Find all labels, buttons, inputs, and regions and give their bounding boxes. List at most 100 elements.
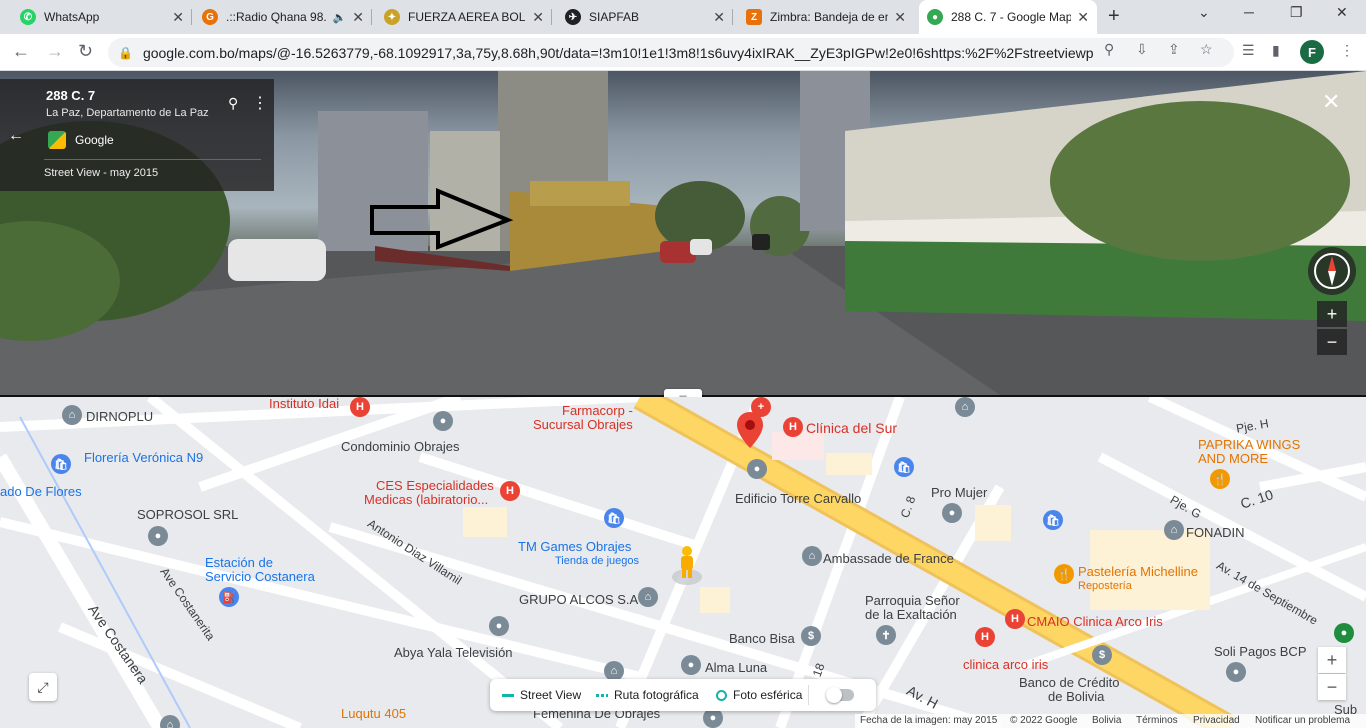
- map-label-ces-sub[interactable]: Medicas (labiratorio...: [364, 493, 488, 507]
- map-label-condominio[interactable]: Condominio Obrajes: [341, 440, 460, 454]
- restore-button[interactable]: ❐: [1290, 4, 1303, 21]
- map-label-fonadin[interactable]: FONADIN: [1186, 526, 1245, 540]
- layer-ruta-fotografica[interactable]: Ruta fotográfica: [596, 688, 699, 702]
- footer-privacy-link[interactable]: Privacidad: [1193, 715, 1240, 726]
- map-zoom-out-button[interactable]: −: [1318, 674, 1346, 700]
- map-label-clinica-sur[interactable]: Clínica del Sur: [806, 421, 897, 435]
- map-label-banco-credito[interactable]: Banco de Crédito: [1019, 676, 1119, 690]
- tab-close-icon[interactable]: ✕: [1077, 9, 1089, 26]
- layer-foto-esferica[interactable]: Foto esférica: [716, 688, 802, 702]
- museum-poi-icon[interactable]: ⌂: [955, 397, 975, 417]
- install-app-icon[interactable]: ⇩: [1136, 41, 1148, 58]
- tab-search-icon[interactable]: ⌄: [1198, 4, 1210, 21]
- place-pin-icon[interactable]: ●: [1334, 623, 1354, 643]
- church-poi-icon[interactable]: ✝: [876, 625, 896, 645]
- tab-close-icon[interactable]: ✕: [352, 9, 364, 26]
- reload-button[interactable]: ↻: [78, 41, 93, 62]
- gas-station-poi-icon[interactable]: ⛽: [219, 587, 239, 607]
- map-label-cmaio[interactable]: CMAIO Clinica Arco Iris: [1027, 615, 1163, 629]
- side-panel-icon[interactable]: ▮: [1272, 42, 1280, 59]
- tab-radio-qhana[interactable]: G .::Radio Qhana 98. 🔈 ✕: [194, 0, 372, 34]
- tab-google-maps[interactable]: ● 288 C. 7 - Google Map ✕: [919, 0, 1097, 34]
- map-label-edificio[interactable]: Edificio Torre Carvallo: [735, 492, 861, 506]
- map-label-estacion[interactable]: Estación de: [205, 556, 273, 570]
- hospital-poi-icon[interactable]: H: [500, 481, 520, 501]
- museum-poi-icon[interactable]: ⌂: [638, 587, 658, 607]
- map-label-floreria[interactable]: Florería Verónica N9: [84, 451, 203, 465]
- place-pin-icon[interactable]: ●: [681, 655, 701, 675]
- media-control-icon[interactable]: ☰: [1242, 42, 1255, 59]
- place-pin-icon[interactable]: ●: [747, 459, 767, 479]
- street-view-date[interactable]: Street View - may 2015: [44, 167, 158, 179]
- map-label-estacion-sub[interactable]: Servicio Costanera: [205, 570, 315, 584]
- museum-poi-icon[interactable]: ⌂: [62, 405, 82, 425]
- museum-poi-icon[interactable]: ⌂: [802, 546, 822, 566]
- back-button[interactable]: ←: [12, 41, 30, 62]
- forward-button[interactable]: →: [46, 41, 64, 62]
- place-pin-icon[interactable]: ●: [489, 616, 509, 636]
- expand-map-icon[interactable]: ⤢: [29, 673, 57, 701]
- share-icon[interactable]: ⇪: [1168, 41, 1180, 58]
- map-label-tm-games[interactable]: TM Games Obrajes: [518, 540, 631, 554]
- shopping-poi-icon[interactable]: 🛍: [51, 454, 71, 474]
- bank-poi-icon[interactable]: $: [801, 626, 821, 646]
- map-label-parroquia[interactable]: Parroquia Señor: [865, 594, 960, 608]
- url-text[interactable]: google.com.bo/maps/@-16.5263779,-68.1092…: [143, 45, 1093, 61]
- map-label-clinica-arco-iris[interactable]: clinica arco iris: [963, 658, 1048, 672]
- shopping-poi-icon[interactable]: 🛍: [894, 457, 914, 477]
- map-zoom-in-button[interactable]: +: [1318, 647, 1346, 673]
- map-label-soli-pagos[interactable]: Soli Pagos BCP: [1214, 645, 1307, 659]
- map-label-farmacorp[interactable]: Farmacorp -: [562, 404, 633, 418]
- map-label-soprosol[interactable]: SOPROSOL SRL: [137, 508, 238, 522]
- address-bar[interactable]: 🔒 google.com.bo/maps/@-16.5263779,-68.10…: [108, 38, 1234, 67]
- shopping-poi-icon[interactable]: 🛍: [1043, 510, 1063, 530]
- new-tab-button[interactable]: +: [1108, 5, 1120, 28]
- map-label-mercado-flores[interactable]: ado De Flores: [0, 485, 82, 499]
- map-label-abya-yala[interactable]: Abya Yala Televisión: [394, 646, 513, 660]
- museum-poi-icon[interactable]: ⌂: [160, 715, 180, 728]
- tab-fuerza-aerea[interactable]: ✦ FUERZA AEREA BOLIV ✕: [376, 0, 552, 34]
- bookmark-star-icon[interactable]: ☆: [1200, 41, 1213, 58]
- map-label-paprika[interactable]: PAPRIKA WINGS: [1198, 438, 1300, 452]
- map-label-banco-credito-sub[interactable]: de Bolivia: [1048, 690, 1104, 704]
- map-label-pro-mujer[interactable]: Pro Mujer: [931, 486, 987, 500]
- compass-icon[interactable]: [1308, 247, 1356, 295]
- map-label-dirnoplu[interactable]: DIRNOPLU: [86, 410, 153, 424]
- museum-poi-icon[interactable]: ⌂: [604, 661, 624, 681]
- map-label-alma-luna[interactable]: Alma Luna: [705, 661, 767, 675]
- lock-icon[interactable]: 🔒: [118, 46, 133, 60]
- map-label-pasteleria[interactable]: Pastelería Michelline: [1078, 565, 1198, 579]
- location-icon[interactable]: ⚲: [1104, 41, 1114, 58]
- close-street-view-button[interactable]: ✕: [1322, 89, 1340, 115]
- restaurant-poi-icon[interactable]: 🍴: [1210, 469, 1230, 489]
- map-canvas[interactable]: ⌂ H + H ⌂ 🛍 ● H ● 🛍 🍴 ● 🛍 ● 🛍 ⌂ ⌂ 🍴 ⛽ ⌂ …: [0, 397, 1366, 728]
- hospital-poi-icon[interactable]: H: [350, 397, 370, 417]
- museum-poi-icon[interactable]: ⌂: [1164, 520, 1184, 540]
- footer-report-link[interactable]: Notificar un problema: [1255, 715, 1350, 726]
- minimize-button[interactable]: ─: [1244, 4, 1254, 20]
- layer-toggle-switch[interactable]: [826, 687, 854, 703]
- street-view-panorama[interactable]: ← 288 C. 7 La Paz, Departamento de La Pa…: [0, 71, 1366, 395]
- map-label-parroquia-sub[interactable]: de la Exaltación: [865, 608, 957, 622]
- atm-poi-icon[interactable]: $: [1092, 645, 1112, 665]
- map-label-paprika-sub[interactable]: AND MORE: [1198, 452, 1268, 466]
- hospital-poi-icon[interactable]: H: [1005, 609, 1025, 629]
- tab-siapfab[interactable]: ✈ SIAPFAB ✕: [557, 0, 733, 34]
- street-view-zoom-out-button[interactable]: −: [1317, 329, 1347, 355]
- map-pin-icon[interactable]: ⚲: [228, 95, 238, 112]
- map-label-banco-bisa[interactable]: Banco Bisa: [729, 632, 795, 646]
- shopping-poi-icon[interactable]: 🛍: [604, 508, 624, 528]
- map-label-ces[interactable]: CES Especialidades: [376, 479, 494, 493]
- pegman-icon[interactable]: [671, 543, 703, 585]
- map-label-grupo-alcos[interactable]: GRUPO ALCOS S.A: [519, 593, 638, 607]
- footer-terms-link[interactable]: Términos: [1136, 715, 1178, 726]
- window-close-button[interactable]: ✕: [1336, 4, 1348, 21]
- street-view-zoom-in-button[interactable]: +: [1317, 301, 1347, 327]
- place-pin-icon[interactable]: ●: [942, 503, 962, 523]
- map-label-farmacorp-sub[interactable]: Sucursal Obrajes: [533, 418, 633, 432]
- restaurant-poi-icon[interactable]: 🍴: [1054, 564, 1074, 584]
- tab-whatsapp[interactable]: ✆ WhatsApp ✕: [12, 0, 192, 34]
- more-options-icon[interactable]: ⋮: [252, 93, 268, 113]
- tab-zimbra[interactable]: Z Zimbra: Bandeja de en ✕: [738, 0, 914, 34]
- hospital-poi-icon[interactable]: H: [975, 627, 995, 647]
